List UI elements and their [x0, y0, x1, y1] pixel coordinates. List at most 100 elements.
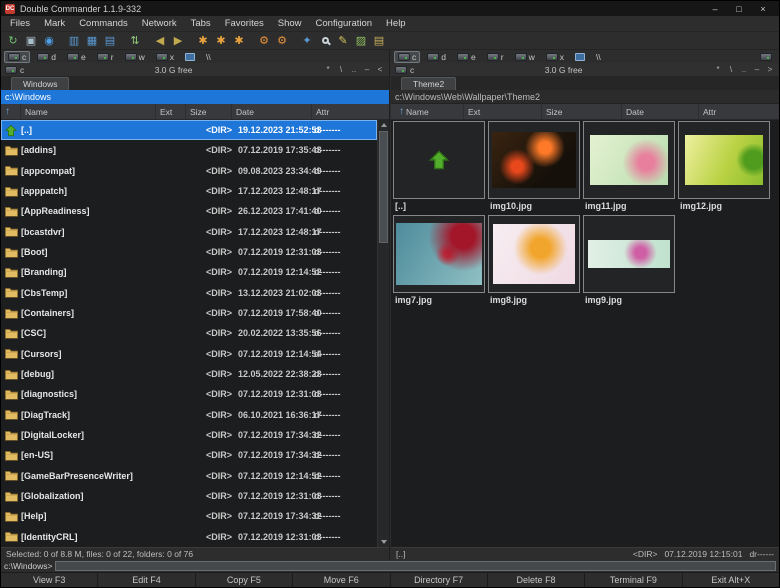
fn-f6-button[interactable]: Move F6 — [292, 573, 389, 587]
unc-path-button[interactable]: \\ — [202, 51, 215, 63]
close-button[interactable]: × — [751, 2, 775, 16]
clipboard-button[interactable]: ▤ — [370, 33, 388, 49]
fn-f4-button[interactable]: Edit F4 — [97, 573, 194, 587]
file-row[interactable]: [diagnostics] <DIR> 07.12.2019 12:31:03 … — [1, 384, 377, 404]
thumbnail-item[interactable]: img7.jpg — [393, 215, 487, 307]
thumbnail-item[interactable]: [..] — [393, 121, 487, 213]
tab-windows[interactable]: Windows — [11, 77, 69, 90]
file-row[interactable]: [appcompat] <DIR> 09.08.2023 23:34:49 d-… — [1, 161, 377, 181]
column-header-size[interactable]: Size — [542, 104, 622, 119]
left-path-bar[interactable]: c:\Windows — [1, 90, 389, 104]
file-row[interactable]: [addins] <DIR> 07.12.2019 17:35:43 d----… — [1, 140, 377, 160]
pack-button[interactable]: ✱ — [194, 33, 212, 49]
drive-c-button[interactable]: c — [394, 51, 420, 63]
panel-corner-button[interactable]: .. — [349, 64, 359, 75]
drive-overflow-button[interactable] — [756, 51, 776, 63]
drive-d-button[interactable]: d — [423, 51, 450, 63]
drive-d-button[interactable]: d — [33, 51, 60, 63]
folder-left-button[interactable]: ◀ — [151, 33, 169, 49]
sort-button[interactable]: ⇅ — [126, 33, 144, 49]
scrollbar-thumb[interactable] — [379, 131, 388, 243]
fn-f5-button[interactable]: Copy F5 — [195, 573, 292, 587]
drive-x-button[interactable]: x — [542, 51, 568, 63]
panel-corner-button[interactable]: .. — [739, 64, 749, 75]
file-row[interactable]: [..] <DIR> 19.12.2023 21:52:53 d------- — [1, 120, 377, 140]
file-row[interactable]: [Cursors] <DIR> 07.12.2019 12:14:54 d---… — [1, 344, 377, 364]
view-thumbnails-button[interactable]: ▤ — [101, 33, 119, 49]
search-button[interactable] — [316, 33, 334, 49]
panel-corner-button[interactable]: > — [765, 64, 775, 75]
menu-configuration[interactable]: Configuration — [309, 16, 380, 31]
properties-button[interactable]: ✦ — [298, 33, 316, 49]
multi-rename-button[interactable]: ⚙ — [273, 33, 291, 49]
folder-tree-button[interactable]: ▨ — [352, 33, 370, 49]
thumbnail-item[interactable]: img9.jpg — [583, 215, 677, 307]
file-row[interactable]: [GameBarPresenceWriter] <DIR> 07.12.2019… — [1, 466, 377, 486]
file-row[interactable]: [en-US] <DIR> 07.12.2019 17:34:32 d-----… — [1, 445, 377, 465]
scroll-up-button[interactable] — [378, 120, 389, 130]
thumbnail-item[interactable]: img10.jpg — [488, 121, 582, 213]
menu-show[interactable]: Show — [271, 16, 309, 31]
file-row[interactable]: [apppatch] <DIR> 17.12.2023 12:48:17 d--… — [1, 181, 377, 201]
fn-f7-button[interactable]: Directory F7 — [390, 573, 487, 587]
drive-c-button[interactable]: c — [4, 51, 30, 63]
file-row[interactable]: [DiagTrack] <DIR> 06.10.2021 16:36:17 d-… — [1, 405, 377, 425]
test-archive-button[interactable]: ✱ — [230, 33, 248, 49]
network-drive-button[interactable] — [571, 51, 589, 63]
drive-r-button[interactable]: r — [483, 51, 508, 63]
command-line-input[interactable] — [55, 561, 776, 571]
panel-corner-button[interactable]: < — [375, 64, 385, 75]
drive-x-button[interactable]: x — [152, 51, 178, 63]
panel-corner-button[interactable]: \ — [726, 64, 736, 75]
thumbnail-item[interactable]: img12.jpg — [678, 121, 772, 213]
file-row[interactable]: [Branding] <DIR> 07.12.2019 12:14:52 d--… — [1, 262, 377, 282]
edit-button[interactable]: ✎ — [334, 33, 352, 49]
column-header-attr[interactable]: Attr — [699, 104, 779, 119]
file-row[interactable]: [bcastdvr] <DIR> 17.12.2023 12:48:17 d--… — [1, 222, 377, 242]
network-drive-button[interactable] — [181, 51, 199, 63]
menu-network[interactable]: Network — [135, 16, 184, 31]
fn-f8-button[interactable]: Delete F8 — [487, 573, 584, 587]
thumbnail-item[interactable]: img8.jpg — [488, 215, 582, 307]
panel-corner-button[interactable]: \ — [336, 64, 346, 75]
column-header-date[interactable]: Date — [622, 104, 699, 119]
drive-r-button[interactable]: r — [93, 51, 118, 63]
fn-f9-button[interactable]: Terminal F9 — [584, 573, 681, 587]
menu-mark[interactable]: Mark — [37, 16, 72, 31]
panel-corner-button[interactable]: – — [752, 64, 762, 75]
drive-w-button[interactable]: w — [121, 51, 149, 63]
menu-commands[interactable]: Commands — [72, 16, 135, 31]
column-header-date[interactable]: Date — [232, 104, 312, 119]
menu-tabs[interactable]: Tabs — [184, 16, 218, 31]
file-row[interactable]: [AppReadiness] <DIR> 26.12.2023 17:41:40… — [1, 201, 377, 221]
open-terminal-button[interactable]: ▣ — [22, 33, 40, 49]
drive-e-button[interactable]: e — [63, 51, 90, 63]
minimize-button[interactable]: – — [703, 2, 727, 16]
file-row[interactable]: [Containers] <DIR> 07.12.2019 17:58:40 d… — [1, 303, 377, 323]
column-header-ext[interactable]: Ext — [156, 104, 186, 119]
file-row[interactable]: [Boot] <DIR> 07.12.2019 12:31:03 d------… — [1, 242, 377, 262]
drive-e-button[interactable]: e — [453, 51, 480, 63]
options-button[interactable]: ◉ — [40, 33, 58, 49]
file-row[interactable]: [DigitalLocker] <DIR> 07.12.2019 17:34:3… — [1, 425, 377, 445]
unc-path-button[interactable]: \\ — [592, 51, 605, 63]
menu-favorites[interactable]: Favorites — [218, 16, 271, 31]
view-brief-button[interactable]: ▥ — [65, 33, 83, 49]
panel-corner-button[interactable]: * — [323, 64, 333, 75]
fn-alt-x-button[interactable]: Exit Alt+X — [682, 573, 779, 587]
drive-w-button[interactable]: w — [511, 51, 539, 63]
file-row[interactable]: [CSC] <DIR> 20.02.2022 13:35:56 d------- — [1, 323, 377, 343]
column-header-attr[interactable]: Attr — [312, 104, 389, 119]
menu-files[interactable]: Files — [3, 16, 37, 31]
file-row[interactable]: [Globalization] <DIR> 07.12.2019 12:31:0… — [1, 486, 377, 506]
maximize-button[interactable]: □ — [727, 2, 751, 16]
extract-button[interactable]: ✱ — [212, 33, 230, 49]
sync-dirs-button[interactable]: ⚙ — [255, 33, 273, 49]
view-full-button[interactable]: ▦ — [83, 33, 101, 49]
fn-f3-button[interactable]: View F3 — [1, 573, 97, 587]
file-row[interactable]: [Help] <DIR> 07.12.2019 17:34:32 d------… — [1, 506, 377, 526]
file-row[interactable]: [CbsTemp] <DIR> 13.12.2023 21:02:03 d---… — [1, 283, 377, 303]
column-header-name[interactable]: Name — [21, 104, 156, 119]
panel-corner-button[interactable]: – — [362, 64, 372, 75]
right-path-bar[interactable]: c:\Windows\Web\Wallpaper\Theme2 — [391, 90, 779, 104]
